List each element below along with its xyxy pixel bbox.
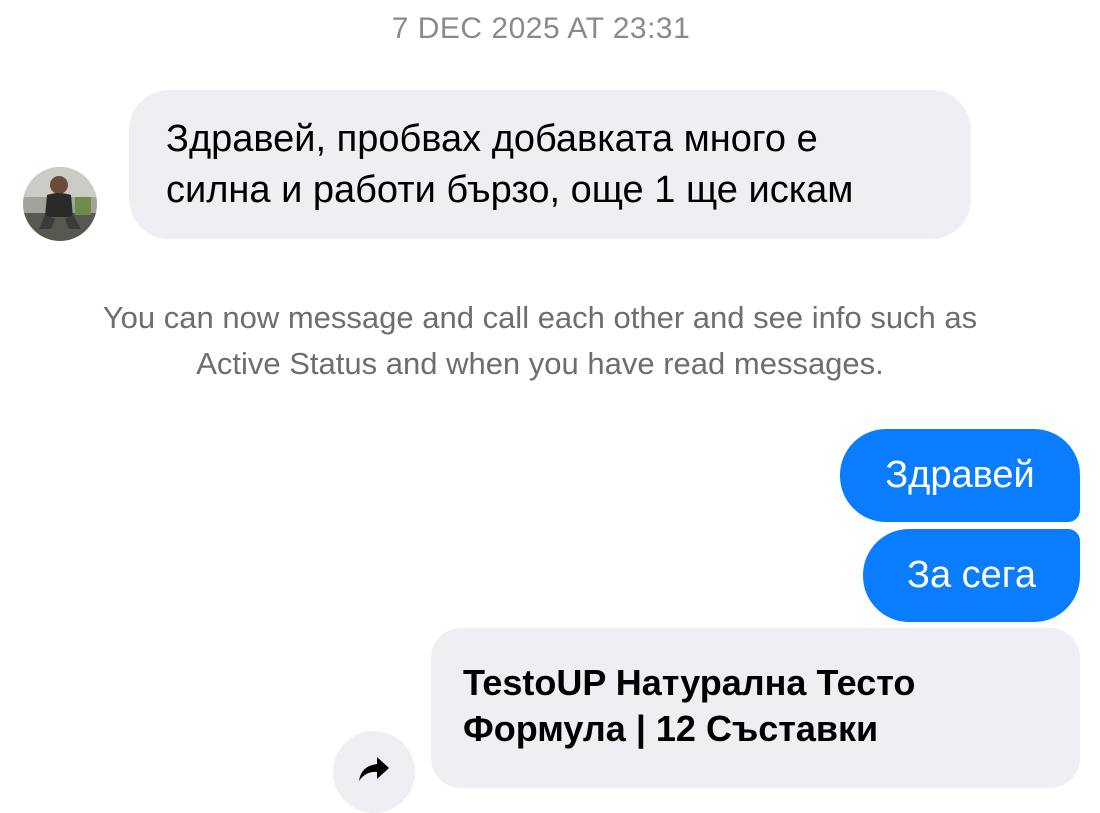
- incoming-message-bubble[interactable]: Здравей, пробвах добавката много е силна…: [129, 90, 971, 239]
- link-preview-title-line-1: TestoUP Натурална Тесто: [463, 662, 916, 703]
- link-preview-title-line-2: Формула | 12 Съставки: [463, 708, 879, 749]
- outgoing-message-bubble[interactable]: За сега: [863, 529, 1080, 622]
- contact-avatar[interactable]: [23, 167, 97, 241]
- avatar-photo: [23, 167, 97, 241]
- system-notice-line-1: You can now message and call each other …: [102, 300, 978, 335]
- message-timestamp: 7 DEC 2025 AT 23:31: [391, 12, 691, 45]
- outgoing-message-text: Здравей: [885, 454, 1035, 496]
- outgoing-message-text: За сега: [907, 554, 1036, 596]
- incoming-message-line-2: силна и работи бързо, още 1 ще искам: [166, 169, 854, 211]
- share-button[interactable]: [333, 731, 415, 813]
- system-notice: You can now message and call each other …: [20, 295, 1060, 387]
- link-preview-title: TestoUP Натурална Тесто Формула | 12 Със…: [463, 660, 1003, 752]
- link-preview-card[interactable]: TestoUP Натурална Тесто Формула | 12 Със…: [431, 628, 1080, 788]
- share-arrow-icon: [359, 757, 389, 781]
- system-notice-line-2: Active Status and when you have read mes…: [196, 346, 884, 381]
- incoming-message-line-1: Здравей, пробвах добавката много е: [166, 118, 818, 160]
- outgoing-message-bubble[interactable]: Здравей: [840, 429, 1080, 522]
